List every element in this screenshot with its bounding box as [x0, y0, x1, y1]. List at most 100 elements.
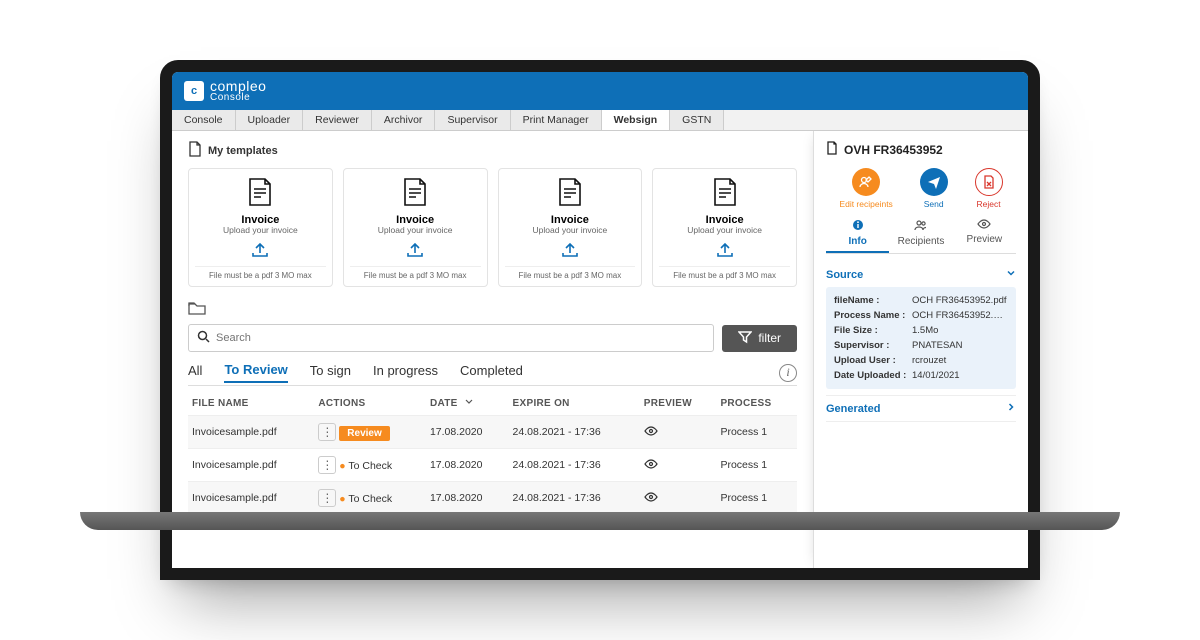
template-note: File must be a pdf 3 MO max: [659, 266, 790, 280]
templates-heading: My templates: [208, 145, 278, 157]
status-tabs: All To Review To sign In progress Comple…: [188, 362, 797, 386]
cell-preview[interactable]: [640, 449, 717, 482]
cell-actions: ⋮ Review: [314, 416, 426, 449]
document-icon: [826, 141, 838, 158]
upload-icon[interactable]: [250, 241, 270, 262]
detail-tab-recipients[interactable]: Recipients: [889, 219, 952, 253]
cell-process: Process 1: [716, 482, 797, 515]
upload-icon[interactable]: [560, 241, 580, 262]
source-accordion-header[interactable]: Source: [826, 262, 1016, 287]
template-subtitle: Upload your invoice: [533, 226, 608, 235]
upload-icon[interactable]: [405, 241, 425, 262]
status-tab-to-sign[interactable]: To sign: [310, 363, 351, 382]
cell-file: Invoicesample.pdf: [188, 482, 314, 515]
detail-tabs: Info Recipients Preview: [826, 219, 1016, 254]
detail-title: OVH FR36453952: [844, 143, 943, 157]
templates-row: Invoice Upload your invoice File must be…: [188, 168, 797, 287]
template-card[interactable]: Invoice Upload your invoice File must be…: [188, 168, 333, 287]
tab-uploader[interactable]: Uploader: [236, 110, 304, 130]
tab-gstn[interactable]: GSTN: [670, 110, 724, 130]
laptop-base: [80, 512, 1120, 530]
eye-icon: [644, 493, 658, 505]
template-card[interactable]: Invoice Upload your invoice File must be…: [498, 168, 643, 287]
tab-console[interactable]: Console: [172, 110, 236, 130]
cell-process: Process 1: [716, 416, 797, 449]
table-row[interactable]: Invoicesample.pdf ⋮ Review 17.08.2020 24…: [188, 416, 797, 449]
row-menu-button[interactable]: ⋮: [318, 489, 336, 507]
eye-icon: [644, 460, 658, 472]
generated-accordion: Generated: [826, 396, 1016, 422]
th-expire: EXPIRE ON: [509, 392, 640, 416]
cell-expire: 24.08.2021 - 17:36: [509, 416, 640, 449]
source-body: fileName :OCH FR36453952.pdf Process Nam…: [826, 287, 1016, 389]
th-process: PROCESS: [716, 392, 797, 416]
edit-recipients-button[interactable]: Edit recipeints: [839, 168, 892, 209]
chevron-right-icon: [1006, 402, 1016, 415]
th-file: FILE NAME: [188, 392, 314, 416]
table-row[interactable]: Invoicesample.pdf ⋮ To Check 17.08.2020 …: [188, 482, 797, 515]
detail-tab-preview[interactable]: Preview: [953, 219, 1016, 253]
template-note: File must be a pdf 3 MO max: [195, 266, 326, 280]
cell-actions: ⋮ To Check: [314, 482, 426, 515]
laptop-frame: c compleo Console Console Uploader Revie…: [160, 60, 1040, 580]
tab-websign[interactable]: Websign: [602, 110, 671, 130]
templates-heading-row: My templates: [188, 141, 797, 160]
detail-tab-info[interactable]: Info: [826, 219, 889, 253]
template-card[interactable]: Invoice Upload your invoice File must be…: [343, 168, 488, 287]
row-menu-button[interactable]: ⋮: [318, 423, 336, 441]
invoice-file-icon: [247, 177, 273, 210]
generated-accordion-header[interactable]: Generated: [826, 396, 1016, 421]
detail-title-row: OVH FR36453952: [826, 141, 1016, 158]
info-icon[interactable]: i: [779, 364, 797, 382]
detail-panel: OVH FR36453952 Edit recipeints Send: [813, 131, 1028, 568]
app-header: c compleo Console: [172, 72, 1028, 110]
th-preview: PREVIEW: [640, 392, 717, 416]
filter-button[interactable]: filter: [722, 325, 797, 352]
status-tab-to-review[interactable]: To Review: [224, 362, 287, 383]
send-icon: [920, 168, 948, 196]
cell-preview[interactable]: [640, 482, 717, 515]
status-tab-in-progress[interactable]: In progress: [373, 363, 438, 382]
edit-recipients-icon: [852, 168, 880, 196]
invoice-file-icon: [557, 177, 583, 210]
cell-file: Invoicesample.pdf: [188, 449, 314, 482]
users-icon: [914, 219, 928, 234]
upload-icon[interactable]: [715, 241, 735, 262]
tab-archivor[interactable]: Archivor: [372, 110, 436, 130]
cell-actions: ⋮ To Check: [314, 449, 426, 482]
nav-tabs: Console Uploader Reviewer Archivor Super…: [172, 110, 1028, 131]
row-menu-button[interactable]: ⋮: [318, 456, 336, 474]
cell-date: 17.08.2020: [426, 449, 509, 482]
filter-label: filter: [758, 331, 781, 345]
info-icon: [852, 219, 864, 234]
brand-name: compleo: [210, 79, 266, 93]
detail-actions: Edit recipeints Send Reject: [826, 168, 1016, 209]
search-input-wrap[interactable]: [188, 324, 714, 352]
status-tab-all[interactable]: All: [188, 363, 202, 382]
status-tab-completed[interactable]: Completed: [460, 363, 523, 382]
review-chip[interactable]: Review: [339, 426, 389, 441]
logo-text: compleo Console: [210, 79, 266, 103]
app-window: c compleo Console Console Uploader Revie…: [172, 72, 1028, 568]
cell-expire: 24.08.2021 - 17:36: [509, 449, 640, 482]
tab-print-manager[interactable]: Print Manager: [511, 110, 602, 130]
cell-process: Process 1: [716, 449, 797, 482]
search-input[interactable]: [216, 332, 705, 344]
brand-sub: Console: [210, 93, 266, 103]
send-button[interactable]: Send: [920, 168, 948, 209]
search-icon: [197, 330, 216, 346]
cell-date: 17.08.2020: [426, 482, 509, 515]
document-icon: [188, 141, 202, 160]
template-subtitle: Upload your invoice: [687, 226, 762, 235]
tab-supervisor[interactable]: Supervisor: [435, 110, 510, 130]
tab-reviewer[interactable]: Reviewer: [303, 110, 372, 130]
template-card[interactable]: Invoice Upload your invoice File must be…: [652, 168, 797, 287]
cell-preview[interactable]: [640, 416, 717, 449]
to-check-chip: To Check: [339, 460, 392, 472]
to-check-chip: To Check: [339, 493, 392, 505]
th-date[interactable]: DATE: [426, 392, 509, 416]
table-row[interactable]: Invoicesample.pdf ⋮ To Check 17.08.2020 …: [188, 449, 797, 482]
filter-icon: [738, 330, 752, 347]
chevron-down-icon: [465, 398, 473, 409]
reject-button[interactable]: Reject: [975, 168, 1003, 209]
